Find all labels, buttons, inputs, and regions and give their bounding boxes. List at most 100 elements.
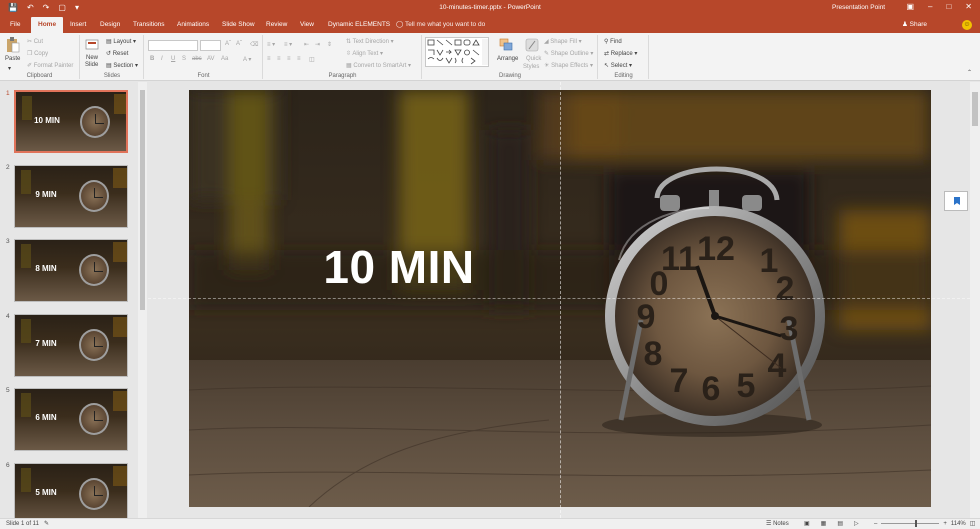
- change-case-icon[interactable]: Aa: [221, 56, 228, 62]
- section-button[interactable]: ▤ Section ▾: [106, 62, 138, 69]
- spelling-icon[interactable]: ✎: [44, 521, 49, 527]
- reading-view-icon[interactable]: ▤: [837, 520, 843, 527]
- shadow-icon[interactable]: S: [182, 56, 186, 62]
- paste-button[interactable]: Paste: [5, 56, 20, 62]
- italic-icon[interactable]: I: [161, 56, 163, 62]
- align-left-icon[interactable]: ≡: [267, 56, 271, 62]
- convert-smartart-button[interactable]: ▦ Convert to SmartArt ▾: [346, 62, 411, 69]
- clock-image: [79, 403, 109, 435]
- minimize-icon[interactable]: –: [928, 2, 932, 11]
- slide-thumbnail[interactable]: 5 MIN: [14, 463, 128, 518]
- tell-me-search[interactable]: ◯ Tell me what you want to do: [396, 17, 485, 33]
- notes-button[interactable]: ☰ Notes: [766, 520, 789, 527]
- columns-icon[interactable]: ◫: [309, 56, 315, 63]
- font-size-box[interactable]: [200, 40, 221, 51]
- font-name-box[interactable]: [148, 40, 198, 51]
- svg-text:3: 3: [780, 310, 799, 348]
- underline-icon[interactable]: U: [171, 56, 175, 62]
- tab-slide-show[interactable]: Slide Show: [222, 17, 255, 33]
- vertical-scrollbar[interactable]: [970, 82, 980, 518]
- bullets-icon[interactable]: ≡ ▾: [267, 41, 275, 48]
- new-slide-button[interactable]: New: [86, 55, 98, 61]
- font-color-icon[interactable]: A ▾: [243, 56, 251, 63]
- increase-font-icon[interactable]: Aˆ: [225, 41, 231, 47]
- tab-view[interactable]: View: [300, 17, 314, 33]
- align-center-icon[interactable]: ≡: [277, 56, 281, 62]
- replace-button[interactable]: ⇄ Replace ▾: [604, 50, 637, 57]
- slide-thumbnail[interactable]: 6 MIN: [14, 388, 128, 451]
- slide-title[interactable]: 10 MIN: [299, 240, 499, 294]
- quick-styles-icon[interactable]: [525, 37, 539, 53]
- feedback-smiley-icon[interactable]: ☺: [962, 20, 972, 30]
- reset-button[interactable]: ↺ Reset: [106, 50, 128, 57]
- quick-styles-button[interactable]: Quick: [526, 56, 541, 62]
- tab-dynamic-elements[interactable]: Dynamic ELEMENTS: [328, 17, 390, 33]
- decrease-font-icon[interactable]: Aˇ: [236, 41, 242, 47]
- shape-effects-button[interactable]: ☀ Shape Effects ▾: [544, 62, 593, 69]
- align-right-icon[interactable]: ≡: [287, 56, 291, 62]
- shapes-gallery[interactable]: [425, 37, 489, 67]
- tab-file[interactable]: File: [10, 17, 20, 33]
- collapse-ribbon-icon[interactable]: ⌃: [967, 69, 972, 76]
- cut-button[interactable]: ✂ Cut: [27, 38, 43, 45]
- clear-formatting-icon[interactable]: ⌫: [250, 41, 258, 48]
- paste-icon[interactable]: [6, 37, 20, 53]
- ribbon-display-options-icon[interactable]: ▣: [906, 2, 914, 11]
- comment-marker[interactable]: [944, 191, 968, 211]
- zoom-level[interactable]: 114%: [951, 521, 966, 527]
- vertical-guide[interactable]: [560, 82, 561, 518]
- slide-thumbnail[interactable]: 7 MIN: [14, 314, 128, 377]
- bold-icon[interactable]: B: [150, 56, 154, 62]
- tab-home[interactable]: Home: [31, 17, 64, 33]
- close-icon[interactable]: ✕: [965, 2, 972, 11]
- select-button[interactable]: ↖ Select ▾: [604, 62, 632, 69]
- tab-transitions[interactable]: Transitions: [133, 17, 165, 33]
- thumbnail-scroll-thumb[interactable]: [140, 90, 145, 310]
- text-direction-button[interactable]: ⇅ Text Direction ▾: [346, 38, 394, 45]
- new-slide-icon[interactable]: [85, 37, 99, 53]
- zoom-slider[interactable]: [881, 520, 940, 527]
- zoom-in-icon[interactable]: +: [943, 521, 947, 527]
- tab-animations[interactable]: Animations: [177, 17, 209, 33]
- zoom-out-icon[interactable]: –: [874, 521, 877, 527]
- quick-styles-label-2[interactable]: Styles: [523, 64, 539, 70]
- share-button[interactable]: ♟ Share: [902, 17, 927, 33]
- line-spacing-icon[interactable]: ⇕: [327, 41, 332, 48]
- notes-icon: ☰: [766, 521, 772, 527]
- normal-view-icon[interactable]: ▣: [804, 520, 810, 527]
- strikethrough-icon[interactable]: abc: [192, 56, 202, 62]
- maximize-icon[interactable]: □: [946, 2, 951, 11]
- shape-outline-button[interactable]: ✎ Shape Outline ▾: [544, 50, 593, 57]
- slide-sorter-icon[interactable]: ▦: [821, 520, 827, 527]
- tab-review[interactable]: Review: [266, 17, 287, 33]
- arrange-button[interactable]: Arrange: [497, 56, 518, 62]
- layout-button[interactable]: ▤ Layout ▾: [106, 38, 136, 45]
- horizontal-guide[interactable]: [148, 298, 970, 299]
- account-name[interactable]: Presentation Point: [832, 4, 885, 11]
- shape-fill-button[interactable]: ◢ Shape Fill ▾: [544, 38, 582, 45]
- svg-text:7: 7: [670, 362, 689, 400]
- format-painter-button[interactable]: ✐ Format Painter: [27, 62, 73, 69]
- slide-thumbnail[interactable]: 10 MIN: [14, 90, 128, 153]
- arrange-icon[interactable]: [499, 37, 513, 53]
- slide-thumbnail[interactable]: 8 MIN: [14, 239, 128, 302]
- align-text-button[interactable]: ⇳ Align Text ▾: [346, 50, 383, 57]
- scroll-thumb[interactable]: [972, 92, 978, 126]
- paste-dropdown-icon[interactable]: ▾: [8, 65, 11, 72]
- numbering-icon[interactable]: ≡ ▾: [284, 41, 292, 48]
- increase-indent-icon[interactable]: ⇥: [315, 41, 320, 48]
- find-button[interactable]: ⚲ Find: [604, 38, 622, 45]
- svg-text:9: 9: [637, 298, 656, 336]
- decrease-indent-icon[interactable]: ⇤: [304, 41, 309, 48]
- char-spacing-icon[interactable]: AV: [207, 56, 215, 62]
- new-slide-label-2[interactable]: Slide: [85, 62, 98, 68]
- paragraph-group-label: Paragraph: [328, 73, 357, 79]
- tab-design[interactable]: Design: [100, 17, 120, 33]
- slideshow-view-icon[interactable]: ▷: [854, 520, 859, 527]
- thumbnail-scrollbar[interactable]: [138, 82, 147, 518]
- justify-icon[interactable]: ≡: [297, 56, 301, 62]
- copy-button[interactable]: ❐ Copy: [27, 50, 48, 57]
- fit-slide-icon[interactable]: ◫: [970, 520, 976, 527]
- slide-thumbnail[interactable]: 9 MIN: [14, 165, 128, 228]
- tab-insert[interactable]: Insert: [70, 17, 86, 33]
